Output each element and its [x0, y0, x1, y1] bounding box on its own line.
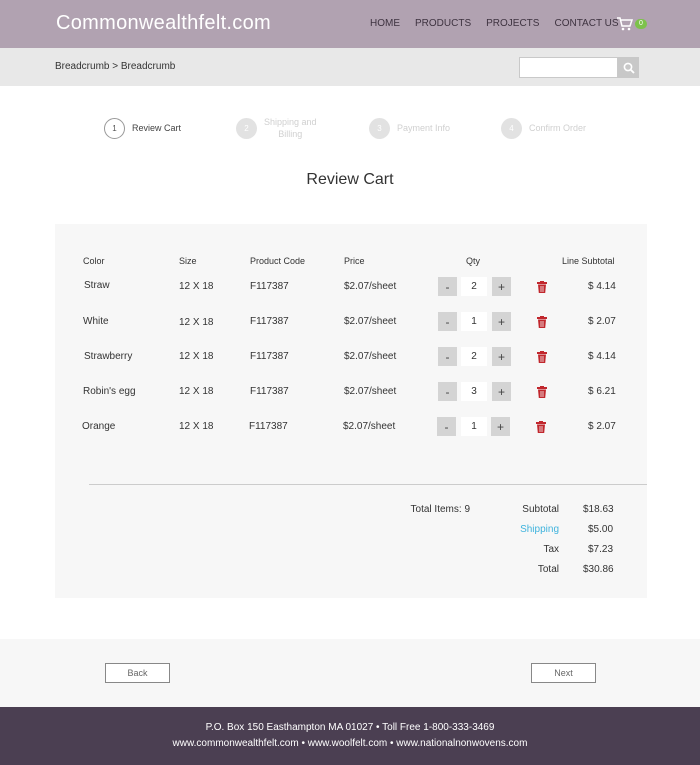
- search-icon: [623, 62, 635, 74]
- trash-icon[interactable]: [537, 316, 547, 328]
- step-payment-info[interactable]: 3 Payment Info: [369, 117, 450, 139]
- main-nav: HOME PRODUCTS PROJECTS CONTACT US: [370, 18, 634, 29]
- row-color: Robin's egg: [83, 386, 136, 397]
- row-price: $2.07/sheet: [343, 421, 396, 432]
- row-price: $2.07/sheet: [344, 386, 397, 397]
- nav-products[interactable]: PRODUCTS: [415, 18, 471, 29]
- footer-links[interactable]: www.commonwealthfelt.com • www.woolfelt.…: [0, 738, 700, 749]
- qty-decrement-button[interactable]: -: [438, 347, 457, 366]
- step-number: 2: [236, 117, 257, 139]
- column-header-price: Price: [344, 256, 365, 266]
- column-header-product-code: Product Code: [250, 256, 306, 266]
- step-confirm-order[interactable]: 4 Confirm Order: [501, 117, 586, 139]
- qty-increment-button[interactable]: +: [492, 382, 511, 401]
- qty-increment-button[interactable]: +: [492, 347, 511, 366]
- step-label-line2: Billing: [278, 129, 303, 139]
- column-header-color: Color: [83, 256, 105, 266]
- qty-input[interactable]: 1: [461, 417, 487, 436]
- qty-increment-button[interactable]: +: [491, 417, 510, 436]
- subtotal-value: $18.63: [583, 504, 614, 515]
- search-button[interactable]: [618, 57, 639, 78]
- row-size: 12 X 18: [179, 386, 214, 397]
- site-footer: P.O. Box 150 Easthampton MA 01027 • Toll…: [0, 707, 700, 765]
- qty-decrement-button[interactable]: -: [437, 417, 456, 436]
- step-number: 4: [501, 117, 522, 139]
- total-label: Total: [537, 564, 559, 575]
- row-product-code: F117387: [250, 386, 289, 397]
- nav-home[interactable]: HOME: [370, 18, 400, 29]
- breadcrumb[interactable]: Breadcrumb > Breadcrumb: [55, 61, 175, 72]
- cart-icon: [617, 17, 633, 31]
- row-color: White: [83, 316, 109, 327]
- cart-count-badge: 0: [635, 19, 647, 29]
- shipping-value: $5.00: [588, 524, 614, 535]
- row-product-code: F117387: [250, 281, 289, 292]
- cart-table-panel: Color Size Product Code Price Qty Line S…: [55, 224, 647, 598]
- qty-decrement-button[interactable]: -: [438, 312, 457, 331]
- step-label: Shipping and Billing: [264, 116, 317, 140]
- row-price: $2.07/sheet: [344, 316, 397, 327]
- step-review-cart[interactable]: 1 Review Cart: [104, 117, 181, 139]
- step-label: Review Cart: [132, 123, 182, 133]
- page-title: Review Cart: [306, 171, 394, 188]
- row-line-subtotal: $ 4.14: [588, 351, 616, 362]
- row-size: 12 X 18: [179, 351, 214, 362]
- row-line-subtotal: $ 6.21: [588, 386, 616, 397]
- qty-increment-button[interactable]: +: [492, 312, 511, 331]
- row-price: $2.07/sheet: [344, 281, 397, 292]
- step-shipping-billing[interactable]: 2 Shipping and Billing: [236, 117, 317, 139]
- qty-input[interactable]: 2: [461, 277, 487, 296]
- shipping-link[interactable]: Shipping: [475, 524, 559, 535]
- row-line-subtotal: $ 4.14: [588, 281, 616, 292]
- column-header-line-subtotal: Line Subtotal: [562, 256, 615, 266]
- step-label: Confirm Order: [529, 123, 587, 133]
- column-header-qty: Qty: [466, 256, 481, 266]
- qty-increment-button[interactable]: +: [492, 277, 511, 296]
- step-number: 3: [369, 117, 390, 139]
- search-input[interactable]: [519, 57, 618, 78]
- qty-input[interactable]: 2: [461, 347, 487, 366]
- row-product-code: F117387: [250, 351, 289, 362]
- qty-decrement-button[interactable]: -: [438, 382, 457, 401]
- trash-icon[interactable]: [537, 386, 547, 398]
- trash-icon[interactable]: [537, 351, 547, 363]
- site-header: Commonwealthfelt.com HOME PRODUCTS PROJE…: [0, 0, 700, 48]
- step-label-line1: Shipping and: [264, 117, 317, 127]
- row-product-code: F117387: [250, 316, 289, 327]
- tax-value: $7.23: [588, 544, 614, 555]
- site-logo[interactable]: Commonwealthfelt.com: [56, 12, 271, 35]
- step-number: 1: [104, 117, 125, 139]
- back-button[interactable]: Back: [105, 663, 170, 683]
- next-button[interactable]: Next: [531, 663, 596, 683]
- total-value: $30.86: [583, 564, 614, 575]
- row-color: Orange: [82, 421, 116, 432]
- trash-icon[interactable]: [537, 281, 547, 293]
- subtotal-label: Subtotal: [522, 504, 559, 515]
- row-color: Strawberry: [84, 351, 133, 362]
- total-items: Total Items: 9: [410, 504, 470, 515]
- nav-contact-us[interactable]: CONTACT US: [554, 18, 618, 29]
- row-price: $2.07/sheet: [344, 351, 397, 362]
- row-color: Straw: [84, 280, 110, 291]
- tax-label: Tax: [543, 544, 559, 555]
- row-product-code: F117387: [249, 421, 288, 432]
- qty-decrement-button[interactable]: -: [438, 277, 457, 296]
- summary-divider: [89, 484, 647, 485]
- trash-icon[interactable]: [536, 421, 546, 433]
- breadcrumb-bar: Breadcrumb > Breadcrumb: [0, 48, 700, 86]
- qty-input[interactable]: 3: [461, 382, 487, 401]
- row-line-subtotal: $ 2.07: [588, 316, 616, 327]
- qty-input[interactable]: 1: [461, 312, 487, 331]
- footer-contact: P.O. Box 150 Easthampton MA 01027 • Toll…: [205, 722, 495, 733]
- row-line-subtotal: $ 2.07: [588, 421, 616, 432]
- step-label: Payment Info: [397, 123, 451, 133]
- row-size: 12 X 18: [179, 281, 214, 292]
- row-size: 12 X 18: [179, 317, 214, 328]
- nav-projects[interactable]: PROJECTS: [486, 18, 539, 29]
- row-size: 12 X 18: [179, 421, 214, 432]
- checkout-navigation: Back Next: [0, 639, 700, 707]
- column-header-size: Size: [179, 256, 197, 266]
- cart-button[interactable]: 0: [617, 15, 651, 33]
